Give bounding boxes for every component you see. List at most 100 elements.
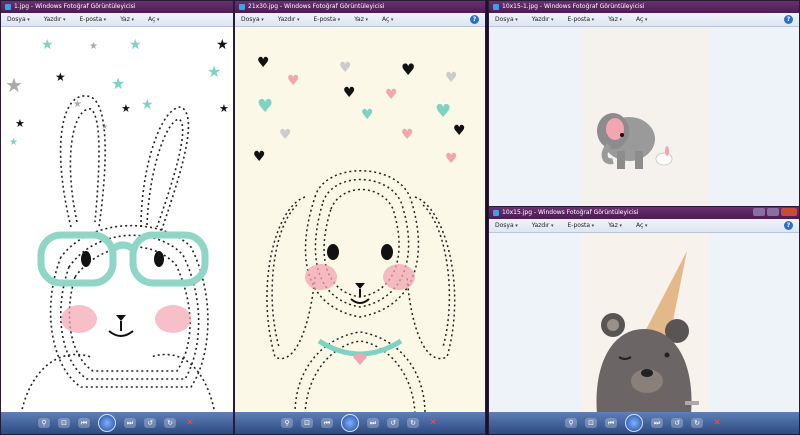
viewer-toolbar: ⚲ ⊡ ⏮ ⏭ ↺ ↻ ✕ — [1, 412, 233, 434]
zoom-icon[interactable]: ⚲ — [281, 418, 293, 428]
fit-icon[interactable]: ⊡ — [301, 418, 313, 428]
window-title: 21x30.jpg - Windows Fotoğraf Görüntüleyi… — [248, 3, 385, 10]
menu-print[interactable]: Yazdır — [532, 222, 554, 229]
rotate-right-icon[interactable]: ↻ — [407, 418, 419, 428]
svg-text:★: ★ — [55, 70, 66, 84]
menu-burn[interactable]: Yaz — [608, 16, 622, 23]
menu-print[interactable]: Yazdır — [278, 16, 300, 23]
menu-open[interactable]: Aç — [382, 16, 393, 23]
svg-text:♥: ♥ — [385, 87, 398, 103]
svg-text:♥: ♥ — [435, 101, 451, 122]
zoom-icon[interactable]: ⚲ — [565, 418, 577, 428]
maximize-button[interactable] — [767, 208, 779, 216]
viewer-toolbar: ⚲ ⊡ ⏮ ⏭ ↺ ↻ ✕ — [235, 412, 485, 434]
elephant-illustration — [581, 27, 709, 209]
menu-open[interactable]: Aç — [636, 222, 647, 229]
svg-text:★: ★ — [9, 137, 18, 148]
window-controls — [753, 208, 797, 216]
window-title: 1.jpg - Windows Fotoğraf Görüntüleyicisi — [14, 3, 136, 10]
menu-bar: Dosya Yazdır E-posta Yaz Aç ? — [489, 13, 799, 27]
minimize-button[interactable] — [753, 208, 765, 216]
menu-email[interactable]: E-posta — [567, 222, 594, 229]
viewer-toolbar: ⚲ ⊡ ⏮ ⏭ ↺ ↻ ✕ — [489, 412, 799, 434]
menu-file[interactable]: Dosya — [495, 16, 518, 23]
help-icon[interactable]: ? — [784, 221, 793, 230]
menu-email[interactable]: E-posta — [567, 16, 594, 23]
slideshow-icon[interactable] — [341, 414, 359, 432]
photo-viewer-window-2: 21x30.jpg - Windows Fotoğraf Görüntüleyi… — [234, 0, 486, 435]
svg-text:♥: ♥ — [257, 96, 273, 117]
prev-icon[interactable]: ⏮ — [605, 418, 617, 428]
menu-burn[interactable]: Yaz — [354, 16, 368, 23]
title-bar[interactable]: 10x15.jpg - Windows Fotoğraf Görüntüleyi… — [489, 207, 799, 219]
menu-burn[interactable]: Yaz — [608, 222, 622, 229]
menu-email[interactable]: E-posta — [313, 16, 340, 23]
menu-bar: Dosya Yazdır E-posta Yaz Aç — [1, 13, 233, 27]
bunny-glasses-illustration: ★ ★★★★★ ★★★★★ ★★★★ — [5, 37, 229, 412]
menu-print[interactable]: Yazdır — [532, 16, 554, 23]
svg-text:★: ★ — [207, 62, 221, 81]
svg-text:♥: ♥ — [339, 60, 352, 76]
menu-file[interactable]: Dosya — [241, 16, 264, 23]
svg-text:★: ★ — [216, 37, 229, 53]
svg-text:★: ★ — [15, 117, 25, 130]
svg-text:★: ★ — [89, 41, 98, 52]
rotate-right-icon[interactable]: ↻ — [164, 418, 176, 428]
svg-text:♥: ♥ — [279, 127, 292, 143]
svg-text:★: ★ — [111, 74, 125, 93]
fit-icon[interactable]: ⊡ — [58, 418, 70, 428]
prev-icon[interactable]: ⏮ — [78, 418, 90, 428]
svg-text:♥: ♥ — [343, 85, 356, 101]
menu-bar: Dosya Yazdır E-posta Yaz Aç ? — [235, 13, 485, 27]
close-button[interactable] — [781, 208, 797, 216]
slideshow-icon[interactable] — [98, 414, 116, 432]
slideshow-icon[interactable] — [625, 414, 643, 432]
help-icon[interactable]: ? — [784, 15, 793, 24]
svg-text:♥: ♥ — [253, 149, 266, 165]
app-icon — [239, 4, 245, 10]
svg-text:★: ★ — [129, 37, 142, 53]
zoom-icon[interactable]: ⚲ — [38, 418, 50, 428]
image-canvas: ★ ★ ★ ★ ★ ★ ★ ★ ★ ★ ★ ★ ★ ★ ★ — [1, 27, 233, 412]
rotate-left-icon[interactable]: ↺ — [671, 418, 683, 428]
floppy-bunny-illustration: ♥♥♥ ♥♥♥ ♥♥♥ ♥♥♥ ♥♥ ♥ — [253, 55, 466, 412]
menu-open[interactable]: Aç — [148, 16, 159, 23]
title-bar[interactable]: 10x15-1.jpg - Windows Fotoğraf Görüntüle… — [489, 1, 799, 13]
svg-text:♥: ♥ — [361, 107, 374, 123]
svg-text:♥: ♥ — [257, 55, 270, 71]
image-canvas — [489, 27, 799, 209]
photo-viewer-window-1: 1.jpg - Windows Fotoğraf Görüntüleyicisi… — [0, 0, 234, 435]
menu-file[interactable]: Dosya — [7, 16, 30, 23]
fit-icon[interactable]: ⊡ — [585, 418, 597, 428]
rotate-left-icon[interactable]: ↺ — [387, 418, 399, 428]
menu-burn[interactable]: Yaz — [120, 16, 134, 23]
menu-bar: Dosya Yazdır E-posta Yaz Aç ? — [489, 219, 799, 233]
svg-text:♥: ♥ — [287, 73, 300, 89]
help-icon[interactable]: ? — [470, 15, 479, 24]
menu-open[interactable]: Aç — [636, 16, 647, 23]
bear-icecream-illustration — [581, 233, 709, 412]
title-bar[interactable]: 1.jpg - Windows Fotoğraf Görüntüleyicisi — [1, 1, 233, 13]
menu-file[interactable]: Dosya — [495, 222, 518, 229]
next-icon[interactable]: ⏭ — [124, 418, 136, 428]
menu-email[interactable]: E-posta — [79, 16, 106, 23]
svg-text:★: ★ — [141, 97, 154, 113]
image-canvas — [489, 233, 799, 412]
svg-text:♥: ♥ — [401, 60, 415, 79]
window-title: 10x15.jpg - Windows Fotoğraf Görüntüleyi… — [502, 209, 639, 216]
photo-viewer-window-4: 10x15.jpg - Windows Fotoğraf Görüntüleyi… — [488, 206, 800, 435]
next-icon[interactable]: ⏭ — [651, 418, 663, 428]
app-icon — [493, 210, 499, 216]
svg-text:★: ★ — [219, 102, 229, 115]
menu-print[interactable]: Yazdır — [44, 16, 66, 23]
title-bar[interactable]: 21x30.jpg - Windows Fotoğraf Görüntüleyi… — [235, 1, 485, 13]
svg-text:♥: ♥ — [453, 123, 466, 139]
prev-icon[interactable]: ⏮ — [321, 418, 333, 428]
rotate-right-icon[interactable]: ↻ — [691, 418, 703, 428]
rotate-left-icon[interactable]: ↺ — [144, 418, 156, 428]
svg-text:★: ★ — [5, 73, 23, 97]
delete-icon[interactable]: ✕ — [711, 418, 723, 428]
delete-icon[interactable]: ✕ — [184, 418, 196, 428]
next-icon[interactable]: ⏭ — [367, 418, 379, 428]
delete-icon[interactable]: ✕ — [427, 418, 439, 428]
